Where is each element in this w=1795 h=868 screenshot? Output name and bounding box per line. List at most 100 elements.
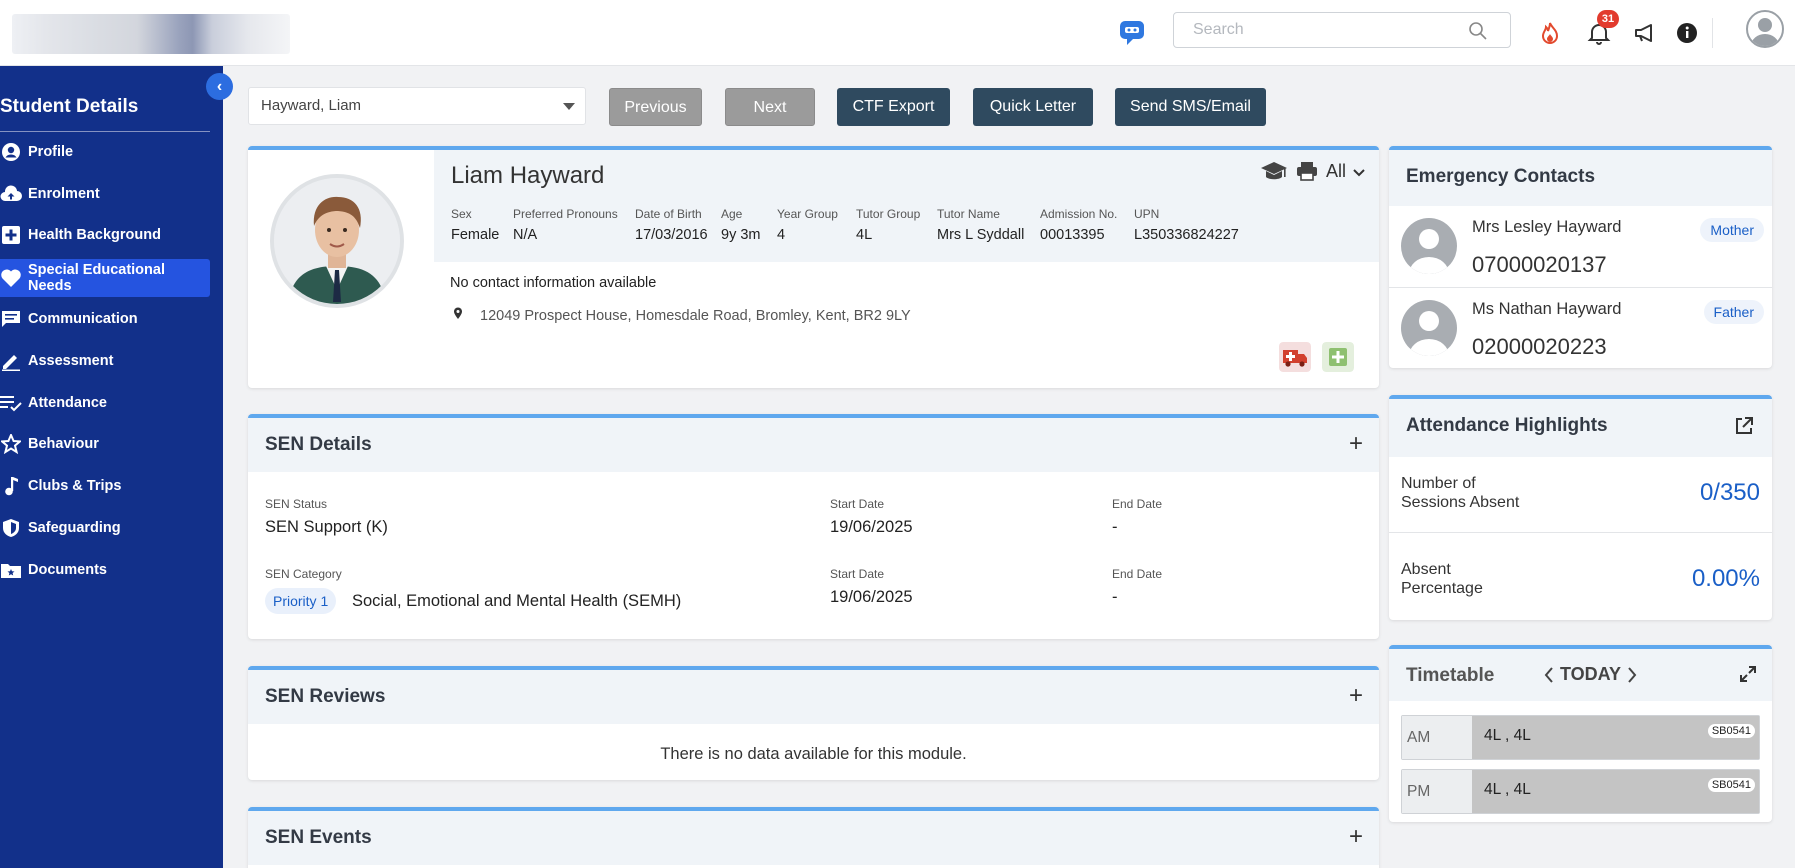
lesson-class: 4L , 4L [1484, 727, 1531, 744]
next-button[interactable]: Next [725, 88, 815, 126]
chatbot-icon[interactable] [1117, 18, 1147, 46]
field-value: Mrs L Syddall [937, 227, 1025, 243]
attendance-header: Attendance Highlights [1389, 399, 1772, 457]
sidebar-item-label: Health Background [28, 227, 161, 243]
timetable-card: Timetable TODAY AM 4L , 4L SB0541 PM 4L … [1389, 645, 1772, 822]
person-circle-icon [0, 141, 22, 163]
field-value: L350336824227 [1134, 227, 1239, 243]
student-portrait-icon [274, 178, 400, 304]
sidebar-item-label: Profile [28, 144, 74, 160]
notification-badge: 31 [1597, 10, 1619, 28]
user-silhouette-icon [1409, 229, 1449, 274]
contact-avatar [1401, 300, 1457, 356]
quick-letter-button[interactable]: Quick Letter [973, 88, 1093, 126]
timetable-row[interactable]: PM 4L , 4L SB0541 [1401, 769, 1760, 814]
folder-icon [0, 559, 22, 581]
sidebar-item-label: Behaviour [28, 436, 99, 452]
student-name: Liam Hayward [451, 162, 605, 189]
sidebar-item-assessment[interactable]: Assessment [0, 342, 210, 380]
sidebar-item-safeguarding[interactable]: Safeguarding [0, 509, 210, 547]
sidebar-item-attendance[interactable]: Attendance [0, 384, 210, 422]
sidebar-item-special-educational-needs[interactable]: Special Educational Needs [0, 259, 210, 297]
today-button[interactable]: TODAY [1560, 664, 1621, 685]
megaphone-icon[interactable] [1632, 20, 1658, 46]
absent-percentage-value: 0.00% [1691, 565, 1760, 592]
heart-icon [0, 267, 22, 289]
contact-row[interactable]: Ms Nathan Hayward 02000020223 Father [1389, 288, 1772, 368]
sidebar-item-health-background[interactable]: Health Background [0, 216, 210, 254]
star-icon [0, 433, 22, 455]
message-icon [0, 308, 22, 330]
school-logo[interactable] [12, 14, 290, 54]
sessions-absent-value: 0/350 [1699, 479, 1760, 506]
expand-plus-icon[interactable]: + [1349, 823, 1363, 851]
sidebar-item-enrolment[interactable]: Enrolment [0, 175, 210, 213]
pencil-icon [0, 350, 22, 372]
student-select-value: Hayward, Liam [261, 97, 362, 114]
field-label: Sex [451, 207, 472, 221]
expand-plus-icon[interactable]: + [1349, 682, 1363, 710]
sen-category-value: Social, Emotional and Mental Health (SEM… [352, 592, 682, 610]
contact-phone[interactable]: 07000020137 [1472, 252, 1607, 278]
flame-icon[interactable] [1537, 20, 1563, 46]
sen-details-header: SEN Details + [248, 418, 1379, 472]
search-input[interactable] [1174, 13, 1454, 47]
address-text: 12049 Prospect House, Homesdale Road, Br… [480, 308, 911, 324]
end-date-value: - [1112, 518, 1118, 536]
send-sms-email-button[interactable]: Send SMS/Email [1115, 88, 1266, 126]
room-badge: SB0541 [1707, 724, 1755, 738]
contact-row[interactable]: Mrs Lesley Hayward 07000020137 Mother [1389, 206, 1772, 288]
end-date-label: End Date [1112, 497, 1163, 511]
checklist-icon [0, 392, 22, 414]
room-badge: SB0541 [1707, 778, 1755, 792]
sidebar-item-clubs-trips[interactable]: Clubs & Trips [0, 467, 210, 505]
info-icon[interactable] [1674, 20, 1700, 46]
contact-phone[interactable]: 02000020223 [1472, 334, 1607, 360]
field-label: Age [721, 207, 743, 221]
ctf-export-button[interactable]: CTF Export [837, 88, 950, 126]
sidebar-item-communication[interactable]: Communication [0, 300, 210, 338]
location-pin-icon [454, 307, 462, 319]
collapse-sidebar-button[interactable]: ‹ [206, 73, 233, 100]
lesson-cell[interactable]: 4L , 4L SB0541 [1472, 716, 1759, 759]
date-navigator: TODAY [1544, 664, 1637, 685]
music-note-icon [0, 475, 22, 497]
graduation-cap-icon[interactable] [1260, 160, 1288, 182]
student-select[interactable]: Hayward, Liam [248, 87, 586, 125]
sidebar-item-label: Assessment [28, 353, 114, 369]
sidebar-item-documents[interactable]: Documents [0, 551, 210, 589]
previous-button[interactable]: Previous [609, 88, 702, 126]
sidebar-item-profile[interactable]: Profile [0, 133, 210, 171]
chevron-right-icon[interactable] [1627, 666, 1637, 683]
expand-icon[interactable] [1740, 666, 1756, 682]
add-medical-icon[interactable] [1322, 342, 1354, 372]
user-avatar[interactable] [1746, 10, 1784, 48]
search-box[interactable] [1173, 12, 1511, 48]
end-date-label: End Date [1112, 567, 1163, 581]
sen-details-card: SEN Details + SEN Status SEN Support (K)… [248, 414, 1379, 639]
lesson-cell[interactable]: 4L , 4L SB0541 [1472, 770, 1759, 813]
field-value: 17/03/2016 [635, 227, 708, 243]
sen-status-label: SEN Status [265, 497, 328, 511]
expand-plus-icon[interactable]: + [1349, 430, 1363, 458]
field-label: Tutor Group [856, 207, 921, 221]
shield-icon [0, 517, 22, 539]
sidebar-item-behaviour[interactable]: Behaviour [0, 425, 210, 463]
sen-reviews-card: SEN Reviews + There is no data available… [248, 666, 1379, 780]
external-link-icon[interactable] [1734, 416, 1754, 436]
search-icon[interactable] [1468, 21, 1488, 41]
start-date-value: 19/06/2025 [830, 588, 913, 606]
field-value: 4L [856, 227, 873, 243]
profile-header: Liam Hayward All Sex Female Preferred Pr… [434, 150, 1379, 262]
chevron-left-icon[interactable] [1544, 666, 1554, 683]
printer-icon[interactable] [1296, 160, 1318, 182]
contact-name: Ms Nathan Hayward [1472, 300, 1622, 318]
card-title: SEN Reviews [265, 686, 386, 707]
label-line: Absent [1401, 561, 1451, 578]
start-date-label: Start Date [830, 567, 885, 581]
filter-dropdown[interactable]: All [1326, 161, 1365, 182]
timetable-row[interactable]: AM 4L , 4L SB0541 [1401, 715, 1760, 760]
ambulance-icon[interactable] [1279, 342, 1311, 372]
user-silhouette-icon [1751, 18, 1779, 46]
sen-reviews-header: SEN Reviews + [248, 670, 1379, 724]
